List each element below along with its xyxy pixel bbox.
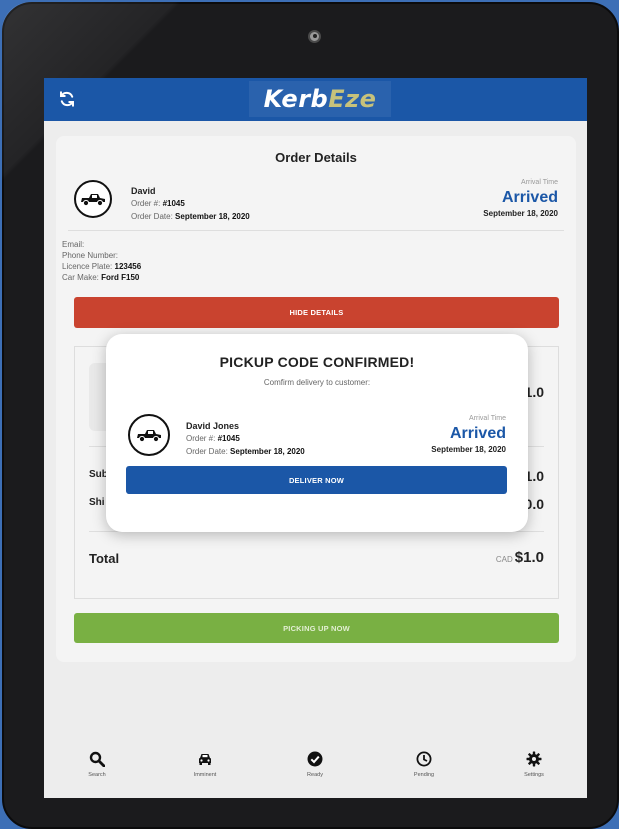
car-icon <box>199 754 211 765</box>
shipping-label: Shi <box>89 497 105 508</box>
modal-arrival-time-label: Arrival Time <box>469 415 506 422</box>
app-screen: KerbEze Order Details David Order #: #10… <box>44 78 587 798</box>
modal-order-number-line: Order #: #1045 <box>186 434 240 443</box>
bottom-nav: Search Imminent Ready Pending Settings <box>44 742 587 798</box>
clock-icon <box>416 751 432 767</box>
total-label: Total <box>89 551 120 566</box>
arrival-time-label: Arrival Time <box>521 179 558 186</box>
email-line: Email: <box>62 240 84 249</box>
total-value-wrap: CAD $1.0 <box>496 549 544 566</box>
nav-item-pending[interactable]: Pending <box>384 742 464 798</box>
nav-item-imminent[interactable]: Imminent <box>165 742 245 798</box>
car-make-label: Car Make: <box>62 273 99 282</box>
modal-order-number: #1045 <box>217 434 240 443</box>
order-number-line: Order #: #1045 <box>131 199 185 208</box>
plate-label: Licence Plate: <box>62 262 113 271</box>
nav-item-ready[interactable]: Ready <box>275 742 355 798</box>
modal-arrival-status: Arrived <box>449 425 506 442</box>
car-icon <box>74 180 112 218</box>
nav-label-pending: Pending <box>413 772 435 778</box>
nav-item-settings[interactable]: Settings <box>494 742 574 798</box>
picking-up-now-button[interactable]: PICKING UP NOW <box>74 613 559 643</box>
logo: KerbEze <box>249 81 391 117</box>
page-title: Order Details <box>275 150 357 165</box>
logo-text: Kerb <box>263 85 329 113</box>
car-make-value: Ford F150 <box>101 273 140 282</box>
gear-icon <box>526 751 542 767</box>
total-currency: CAD <box>495 555 513 564</box>
arrival-date: September 18, 2020 <box>483 209 558 218</box>
modal-order-number-label: Order #: <box>186 434 216 443</box>
modal-subtitle: Comfirm delivery to customer: <box>263 378 371 387</box>
plate-value: 123456 <box>114 262 142 271</box>
check-circle-icon <box>307 751 323 767</box>
car-make-line: Car Make: Ford F150 <box>62 273 139 282</box>
modal-customer-name: David Jones <box>186 421 240 431</box>
order-number: #1045 <box>162 199 185 208</box>
nav-item-search[interactable]: Search <box>57 742 137 798</box>
nav-label-imminent: Imminent <box>193 772 217 778</box>
order-number-label: Order #: <box>131 199 161 208</box>
order-date-line: Order Date: September 18, 2020 <box>131 212 250 221</box>
car-icon <box>128 414 170 456</box>
customer-name: David <box>131 186 156 196</box>
order-date-label: Order Date: <box>131 212 173 221</box>
arrival-status: Arrived <box>501 189 558 206</box>
order-date: September 18, 2020 <box>175 212 250 221</box>
divider <box>68 230 564 231</box>
app-header: KerbEze <box>44 78 587 121</box>
camera-icon <box>308 30 321 43</box>
refresh-icon[interactable] <box>58 90 76 108</box>
deliver-now-button[interactable]: DELIVER NOW <box>126 466 507 494</box>
nav-label-ready: Ready <box>307 772 323 778</box>
nav-label-settings: Settings <box>524 772 544 778</box>
search-icon <box>89 751 105 767</box>
logo-accent-text: Eze <box>328 85 377 113</box>
phone-label: Phone Number: <box>62 251 119 260</box>
plate-line: Licence Plate: 123456 <box>62 262 141 271</box>
modal-order-date-line: Order Date: September 18, 2020 <box>186 447 305 456</box>
hide-details-button[interactable]: HIDE DETAILS <box>74 297 559 328</box>
modal-arrival-date: September 18, 2020 <box>431 445 506 454</box>
phone-line: Phone Number: <box>62 251 118 260</box>
modal-order-date-label: Order Date: <box>186 447 228 456</box>
email-label: Email: <box>62 240 85 249</box>
nav-label-search: Search <box>88 772 106 778</box>
modal-title: PICKUP CODE CONFIRMED! <box>219 354 415 370</box>
total-value: $1.0 <box>514 549 544 566</box>
modal-order-date: September 18, 2020 <box>230 447 305 456</box>
pickup-confirmed-modal: PICKUP CODE CONFIRMED! Comfirm delivery … <box>106 334 528 532</box>
